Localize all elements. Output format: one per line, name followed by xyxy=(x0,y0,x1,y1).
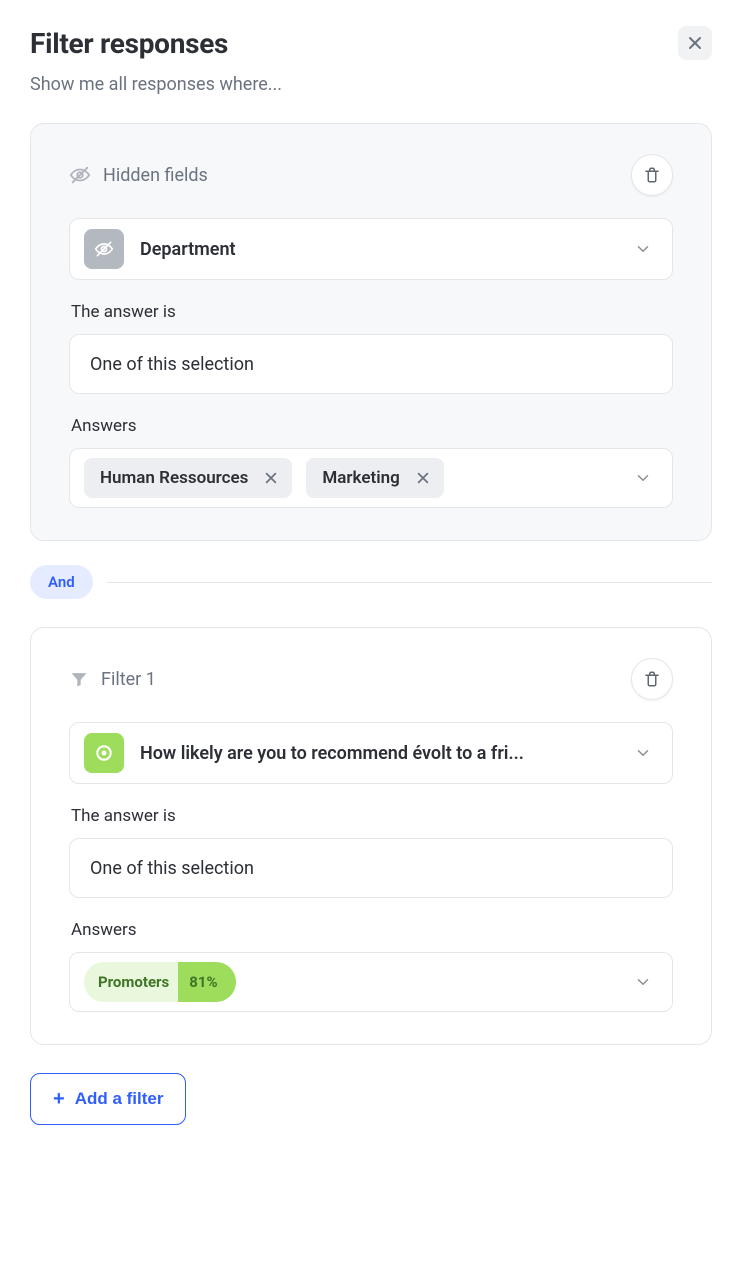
hidden-icon xyxy=(69,164,91,186)
page-title: Filter responses xyxy=(30,27,228,60)
promoter-pill: Promoters 81% xyxy=(84,962,236,1002)
answer-chip: Human Ressources xyxy=(84,458,292,498)
trash-icon xyxy=(643,670,661,688)
filter-card-hidden-fields: Hidden fields Department The answer is O… xyxy=(30,123,712,541)
promoter-label: Promoters xyxy=(84,973,183,991)
filter-card-1: Filter 1 How likely are you to recommend… xyxy=(30,627,712,1045)
answer-is-label: The answer is xyxy=(71,302,673,322)
answer-chip: Marketing xyxy=(306,458,443,498)
remove-chip-button[interactable] xyxy=(412,467,434,489)
question-label: Department xyxy=(140,239,236,260)
page-subtitle: Show me all responses where... xyxy=(30,74,712,95)
close-icon xyxy=(687,35,703,51)
answers-label: Answers xyxy=(71,416,673,436)
nps-icon xyxy=(84,733,124,773)
filter-head-label: Hidden fields xyxy=(103,165,208,186)
filter-connector: And xyxy=(30,565,712,599)
add-filter-button[interactable]: + Add a filter xyxy=(30,1073,186,1125)
delete-filter-button[interactable] xyxy=(631,658,673,700)
condition-select[interactable]: One of this selection xyxy=(69,838,673,898)
promoter-percent: 81% xyxy=(183,973,235,991)
chip-label: Human Ressources xyxy=(100,468,248,488)
chevron-down-icon xyxy=(634,469,652,487)
add-filter-label: Add a filter xyxy=(75,1089,164,1109)
filter-icon xyxy=(69,669,89,689)
question-label: How likely are you to recommend évolt to… xyxy=(140,743,524,764)
remove-chip-button[interactable] xyxy=(260,467,282,489)
question-select[interactable]: How likely are you to recommend évolt to… xyxy=(69,722,673,784)
chevron-down-icon xyxy=(634,240,652,258)
hidden-field-icon xyxy=(84,229,124,269)
answers-select[interactable]: Human Ressources Marketing xyxy=(69,448,673,508)
answer-is-label: The answer is xyxy=(71,806,673,826)
chevron-down-icon xyxy=(634,973,652,991)
condition-label: One of this selection xyxy=(90,354,254,375)
filter-head-label: Filter 1 xyxy=(101,669,156,690)
connector-pill[interactable]: And xyxy=(30,565,93,599)
condition-select[interactable]: One of this selection xyxy=(69,334,673,394)
answers-label: Answers xyxy=(71,920,673,940)
condition-label: One of this selection xyxy=(90,858,254,879)
trash-icon xyxy=(643,166,661,184)
chip-label: Marketing xyxy=(322,468,399,488)
question-select[interactable]: Department xyxy=(69,218,673,280)
close-button[interactable] xyxy=(678,26,712,60)
chevron-down-icon xyxy=(634,744,652,762)
plus-icon: + xyxy=(53,1089,65,1109)
connector-line xyxy=(107,582,712,583)
answers-select[interactable]: Promoters 81% xyxy=(69,952,673,1012)
delete-filter-button[interactable] xyxy=(631,154,673,196)
